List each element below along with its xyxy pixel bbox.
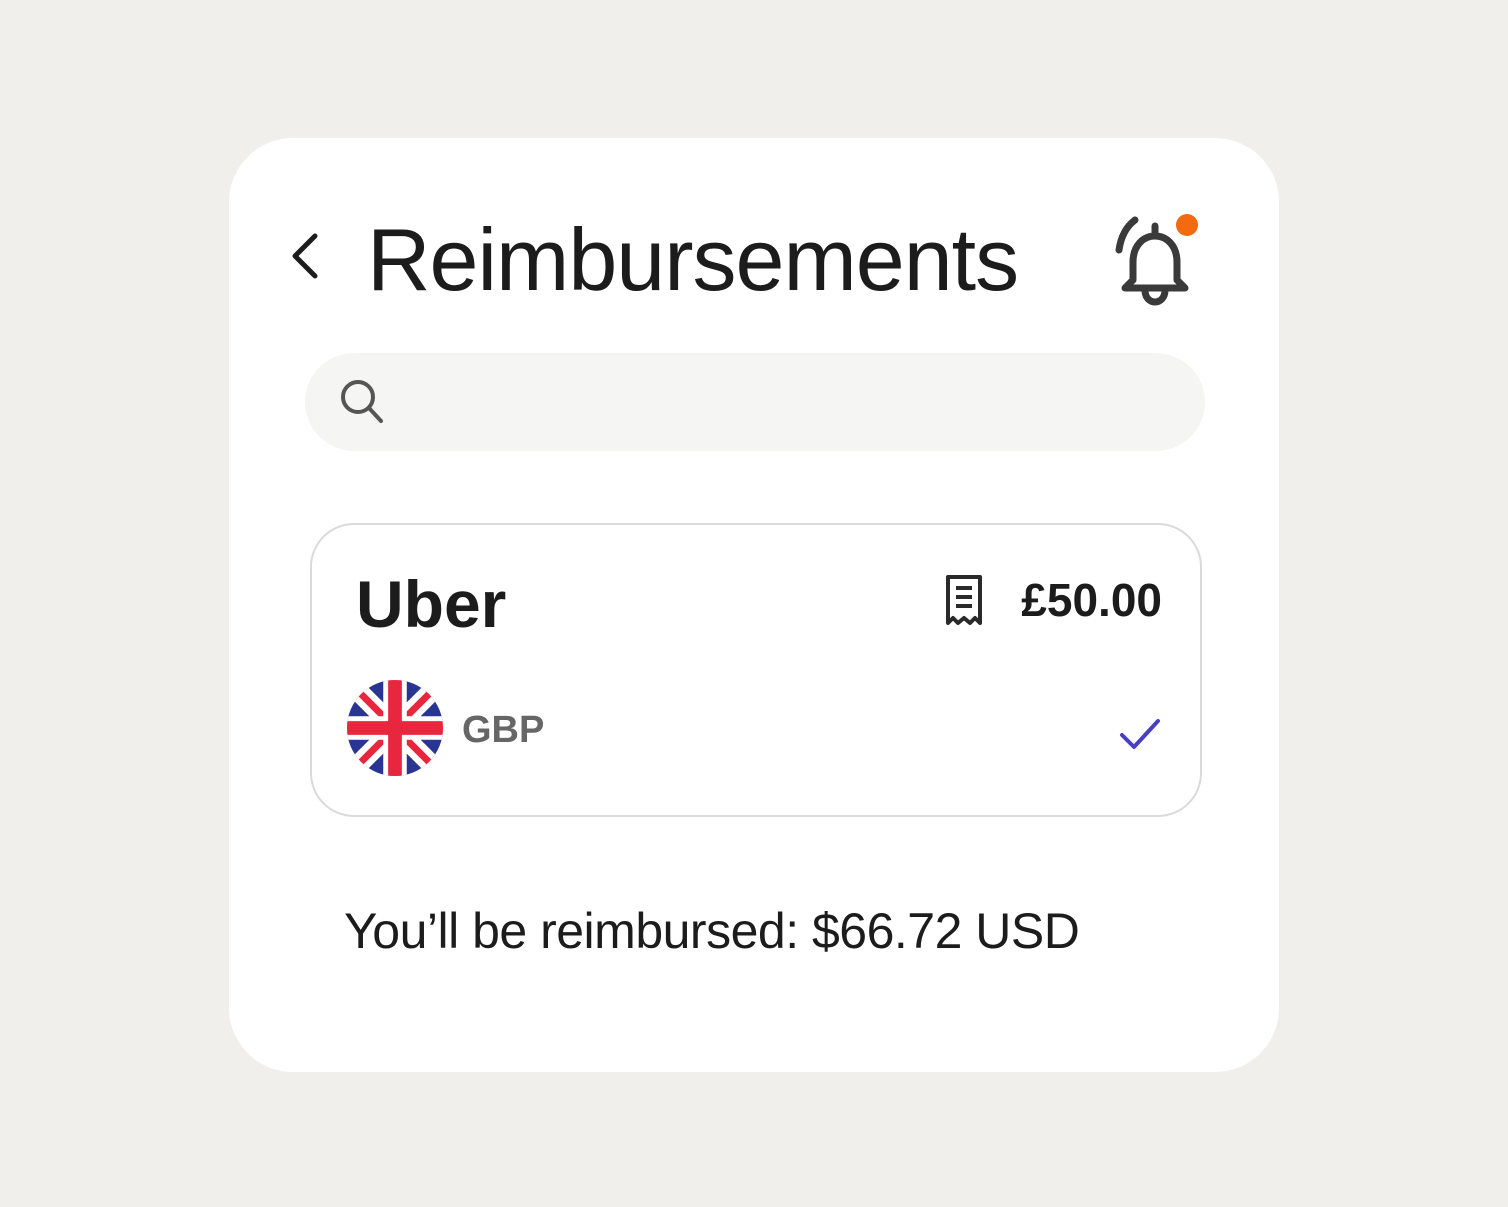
search-icon xyxy=(341,380,383,423)
page-title: Reimbursements xyxy=(367,210,1019,309)
notifications-button[interactable] xyxy=(1105,210,1205,310)
back-button[interactable] xyxy=(285,230,329,282)
merchant-name: Uber xyxy=(356,567,507,641)
receipt-icon xyxy=(946,575,982,625)
expense-card[interactable]: Uber £50.00 GBP xyxy=(310,523,1202,817)
chevron-left-icon xyxy=(292,233,318,279)
uk-flag-icon xyxy=(346,679,444,777)
search-bar[interactable] xyxy=(305,353,1205,453)
notification-dot xyxy=(1176,214,1198,236)
checkmark-icon xyxy=(1120,719,1160,749)
search-input[interactable] xyxy=(405,353,1179,453)
expense-amount: £50.00 xyxy=(1021,574,1162,626)
bell-icon xyxy=(1115,214,1198,306)
currency-code: GBP xyxy=(462,709,545,751)
reimbursements-panel: Reimbursements Uber £50.00 GBP You’ll be… xyxy=(229,138,1279,1072)
reimbursement-summary: You’ll be reimbursed: $66.72 USD xyxy=(344,903,1080,959)
